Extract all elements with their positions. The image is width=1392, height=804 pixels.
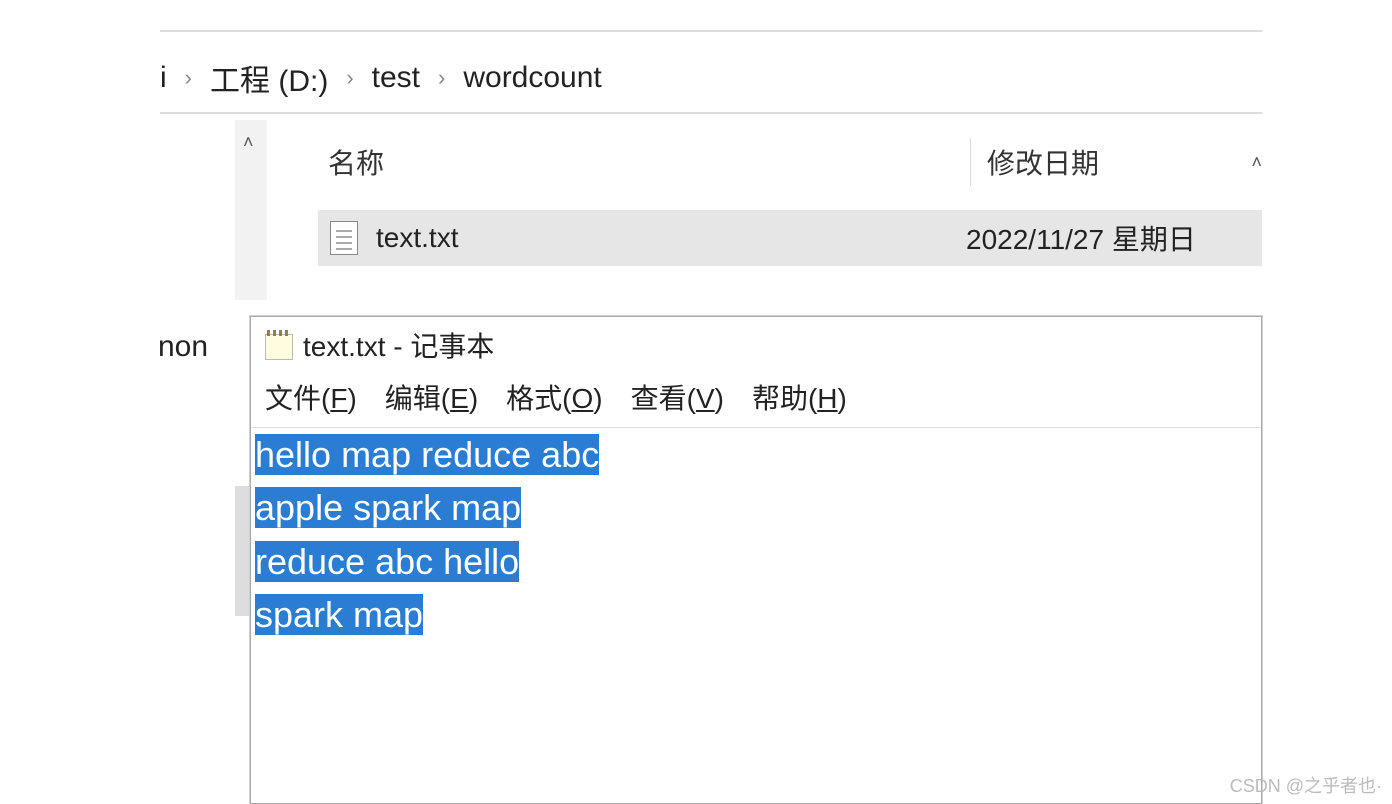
selected-text-line: reduce abc hello [255, 541, 519, 582]
column-header-date[interactable]: 修改日期 [970, 138, 1099, 186]
menu-edit[interactable]: 编辑(E) [385, 377, 478, 417]
text-file-icon [330, 221, 358, 255]
menu-view[interactable]: 查看(V) [631, 377, 724, 417]
scrollbar-thumb[interactable] [235, 486, 251, 616]
breadcrumb-part-folder2[interactable]: wordcount [463, 61, 601, 95]
chevron-right-icon: › [438, 65, 445, 91]
chevron-right-icon: › [346, 65, 353, 91]
notepad-title: text.txt - 记事本 [303, 325, 494, 365]
breadcrumb-part-drive[interactable]: 工程 (D:) [210, 56, 328, 100]
file-list-header: 名称 ˄ 修改日期 [320, 138, 1262, 186]
chevron-right-icon: › [185, 65, 192, 91]
selected-text-line: spark map [255, 594, 423, 635]
selected-text-line: hello map reduce abc [255, 434, 599, 475]
file-date-label: 2022/11/27 星期日 [966, 218, 1196, 258]
header-divider [160, 112, 1262, 114]
notepad-text-area[interactable]: hello map reduce abc apple spark map red… [251, 428, 1261, 641]
notepad-icon [265, 330, 293, 360]
notepad-titlebar: text.txt - 记事本 [251, 317, 1261, 373]
column-header-name[interactable]: 名称 [328, 142, 1041, 182]
notepad-window: text.txt - 记事本 文件(F) 编辑(E) 格式(O) 查看(V) 帮… [250, 316, 1262, 804]
breadcrumb-part-root[interactable]: i [160, 61, 167, 95]
chevron-up-icon: ˄ [243, 132, 254, 153]
notepad-menubar: 文件(F) 编辑(E) 格式(O) 查看(V) 帮助(H) [251, 373, 1261, 428]
breadcrumb-part-folder1[interactable]: test [372, 61, 420, 95]
selected-text-line: apple spark map [255, 487, 521, 528]
file-row[interactable]: text.txt 2022/11/27 星期日 [318, 210, 1262, 266]
sort-ascending-icon: ˄ [1251, 152, 1262, 173]
menu-format[interactable]: 格式(O) [506, 377, 602, 417]
sidebar-scrollbar[interactable]: ˄ [235, 120, 267, 300]
menu-file[interactable]: 文件(F) [265, 377, 357, 417]
sidebar-item-fragment: non [158, 330, 208, 364]
breadcrumb: i › 工程 (D:) › test › wordcount [160, 56, 602, 100]
menu-help[interactable]: 帮助(H) [752, 377, 847, 417]
watermark-label: CSDN @之乎者也· [1230, 772, 1382, 798]
top-divider [160, 30, 1262, 32]
